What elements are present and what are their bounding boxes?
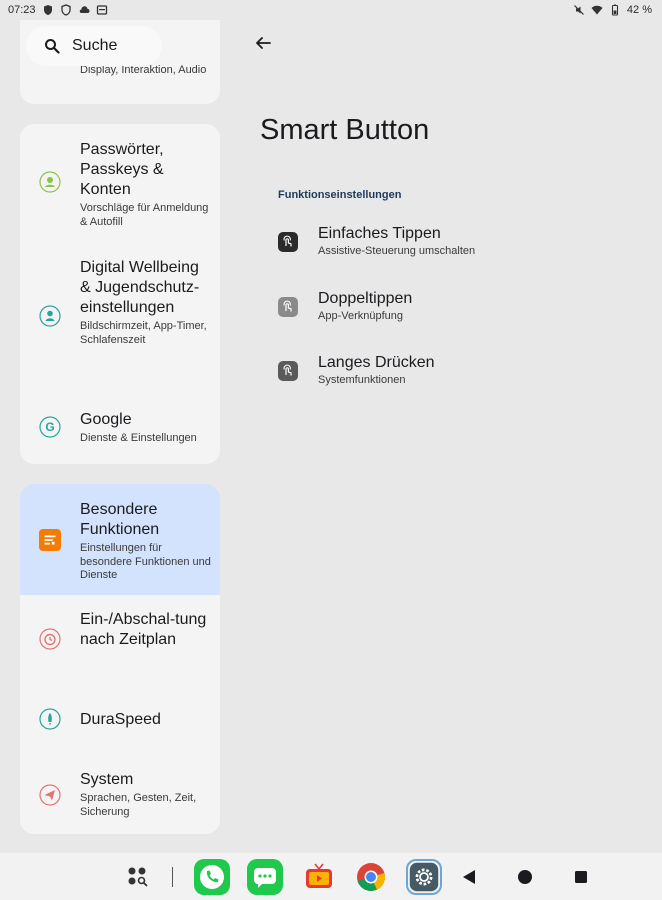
chrome-app-button[interactable] <box>353 859 389 895</box>
home-icon <box>518 870 532 884</box>
calendar-icon <box>96 4 108 16</box>
long-press-icon <box>278 361 298 381</box>
dock-divider <box>172 867 173 887</box>
setting-subtitle: Systemfunktionen <box>318 374 406 386</box>
app-drawer-button[interactable] <box>120 859 156 895</box>
sidebar-item-title: System <box>80 771 134 788</box>
search-label: Suche <box>72 37 118 54</box>
sidebar-item-title: Besondere Funktionen <box>80 501 160 538</box>
sidebar-item-subtitle: Sprachen, Gesten, Zeit, Sicherung <box>80 792 197 818</box>
page-title: Smart Button <box>260 114 430 146</box>
taskbar <box>0 853 662 900</box>
tv-icon <box>306 863 332 888</box>
send-icon <box>39 784 61 806</box>
sidebar-item-title: Ein-/Abschal-tung nach Zeitplan <box>80 611 207 648</box>
cloud-icon <box>78 4 90 16</box>
features-icon <box>39 529 61 551</box>
sidebar-item-passwords[interactable]: Passwörter, Passkeys & Konten Vorschläge… <box>20 134 220 234</box>
nav-recents-button[interactable] <box>563 859 599 895</box>
search-button[interactable]: Suche <box>26 26 162 66</box>
recents-icon <box>575 871 587 883</box>
phone-app-button[interactable] <box>194 859 230 895</box>
phone-icon <box>200 865 224 889</box>
wifi-icon <box>591 4 603 16</box>
sidebar-item-system[interactable]: System Sprachen, Gesten, Zeit, Sicherung <box>20 762 220 822</box>
status-bar: 07:23 42 % <box>0 0 662 20</box>
battery-icon <box>609 4 621 16</box>
nav-home-button[interactable] <box>507 859 543 895</box>
sidebar-item-google[interactable]: G Google Dienste & Einstellungen <box>20 402 220 454</box>
nav-back-button[interactable] <box>451 859 487 895</box>
setting-row-single-tap[interactable]: Einfaches Tippen Assistive-Steuerung ums… <box>270 216 650 272</box>
status-time: 07:23 <box>8 4 36 16</box>
chrome-icon <box>357 863 386 891</box>
setting-title: Langes Drücken <box>318 354 435 371</box>
sidebar-item-duraspeed[interactable]: DuraSpeed <box>20 694 220 744</box>
sidebar-item-subtitle: Dienste & Einstellungen <box>80 432 197 444</box>
sidebar-item-subtitle: Einstellungen für besondere Funktionen u… <box>80 542 211 581</box>
setting-title: Doppeltippen <box>318 290 413 307</box>
search-icon <box>45 39 60 54</box>
setting-row-long-press[interactable]: Langes Drücken Systemfunktionen <box>270 345 650 401</box>
back-button[interactable] <box>252 32 274 54</box>
wellbeing-icon <box>39 305 61 327</box>
sidebar-item-wellbeing[interactable]: Digital Wellbeing & Jugendschutz-einstel… <box>20 252 220 382</box>
messages-icon <box>254 868 276 888</box>
tv-app-button[interactable] <box>301 859 337 895</box>
app-drawer-icon <box>128 867 148 887</box>
messages-app-button[interactable] <box>247 859 283 895</box>
settings-icon <box>409 862 439 892</box>
shield-icon <box>42 4 54 16</box>
sidebar-item-title: Google <box>80 411 132 428</box>
sidebar-card-system: Besondere Funktionen Einstellungen für b… <box>20 484 220 834</box>
sidebar-item-title: Passwörter, Passkeys & Konten <box>80 141 164 198</box>
alarm-icon <box>39 628 61 650</box>
sidebar-item-title: Digital Wellbeing & Jugendschutz-einstel… <box>80 259 200 316</box>
back-icon <box>463 870 475 884</box>
setting-subtitle: App-Verknüpfung <box>318 310 404 322</box>
google-icon: G <box>39 416 61 438</box>
setting-subtitle: Assistive-Steuerung umschalten <box>318 245 476 257</box>
battery-percentage: 42 % <box>626 4 652 16</box>
svg-text:G: G <box>45 420 54 434</box>
account-icon <box>39 171 61 193</box>
sidebar-card-accounts: Passwörter, Passkeys & Konten Vorschläge… <box>20 124 220 464</box>
setting-title: Einfaches Tippen <box>318 225 441 242</box>
sidebar-item-subtitle: Bildschirmzeit, App-Timer, Schlafenszeit <box>80 320 207 346</box>
sidebar-item-title: DuraSpeed <box>80 711 161 728</box>
mute-icon <box>573 4 585 16</box>
rocket-icon <box>39 708 61 730</box>
double-tap-icon <box>278 297 298 317</box>
single-tap-icon <box>278 232 298 252</box>
settings-app-button[interactable] <box>406 859 442 895</box>
section-header: Funktionseinstellungen <box>278 189 402 201</box>
arrow-back-icon <box>256 37 271 49</box>
shield-outline-icon <box>60 4 72 16</box>
sidebar-item-schedule[interactable]: Ein-/Abschal-tung nach Zeitplan <box>20 604 220 674</box>
setting-row-double-tap[interactable]: Doppeltippen App-Verknüpfung <box>270 281 650 337</box>
sidebar-item-special-features[interactable]: Besondere Funktionen Einstellungen für b… <box>20 484 220 595</box>
sidebar-item-subtitle: Vorschläge für Anmeldung & Autofill <box>80 202 209 228</box>
